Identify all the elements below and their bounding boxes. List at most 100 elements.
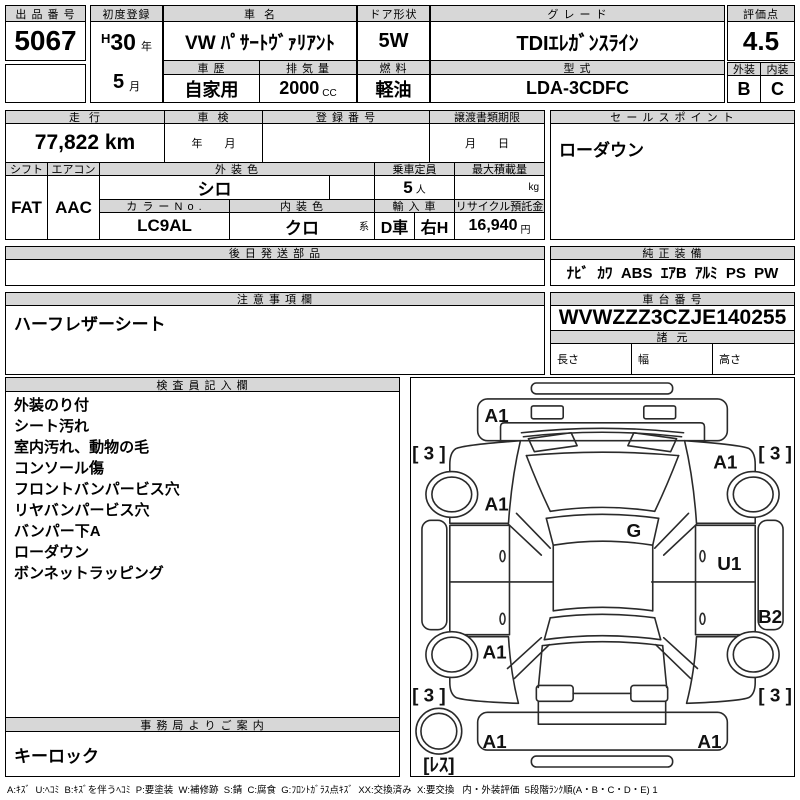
front-left-wheel-inner <box>432 477 472 512</box>
rear-left-wheel-inner <box>432 637 472 672</box>
cowl-band-top <box>550 507 654 511</box>
first-registration-value: H 30 年 5 月 <box>90 21 163 103</box>
damage-mark: G <box>626 521 641 542</box>
fold-rear-left-2 <box>507 638 541 669</box>
taillight-right <box>631 685 668 701</box>
month-number: 5 <box>113 71 124 94</box>
rear-window-top-inner <box>550 614 654 617</box>
registration-number-value <box>262 123 430 163</box>
inspector-notes-header: 検 査 員 記 入 欄 <box>5 377 400 392</box>
damage-mark: [ 3 ] <box>758 685 792 706</box>
rear-window-right <box>655 618 661 640</box>
auction-number-value: 5067 <box>5 21 86 61</box>
displacement-header: 排 気 量 <box>259 60 357 75</box>
mileage-value: 77,822 km <box>5 123 165 163</box>
interior-color-value: クロ 系 <box>229 212 375 240</box>
damage-mark: [ 3 ] <box>412 444 446 465</box>
inspector-note-item: ローダウン <box>14 542 89 563</box>
fuel-header: 燃 料 <box>357 60 430 75</box>
damage-mark: B2 <box>758 607 782 628</box>
damage-mark: A1 <box>484 406 508 427</box>
caution-notes-value: ハーフレザーシート <box>5 305 545 375</box>
color-number-header: カ ラ ー N o . <box>99 199 230 213</box>
front-right-wheel-inner <box>733 477 773 512</box>
windshield-left-pillar <box>526 456 550 512</box>
interior-grade-header: 内装 <box>760 62 795 76</box>
right-rear-door-handle <box>700 613 705 624</box>
inspector-note-item: コンソール傷 <box>14 458 104 479</box>
inspector-note-item: リヤバンパービス穴 <box>14 500 149 521</box>
interior-color-name: クロ <box>285 214 319 239</box>
transfer-deadline-header: 譲渡書類期限 <box>429 110 545 124</box>
max-load-unit: kg <box>528 182 539 193</box>
auction-number-header: 出 品 番 号 <box>5 5 86 22</box>
shift-header: シフト <box>5 162 48 176</box>
capacity-unit: 人 <box>416 181 426 199</box>
caution-notes-header: 注 意 事 項 欄 <box>5 292 545 306</box>
later-shipped-parts-value <box>5 259 545 286</box>
max-load-value: kg <box>454 175 545 200</box>
taillight-left <box>536 685 573 701</box>
inspector-note-item: シート汚れ <box>14 416 89 437</box>
damage-mark: A1 <box>697 732 721 753</box>
rear-bumper-strip <box>531 756 672 767</box>
damage-mark: [ﾚｽ] <box>423 755 454 776</box>
front-bumper <box>478 399 728 441</box>
interior-color-suffix: 系 <box>359 218 369 233</box>
vin-value: WVWZZZ3CZJE140255 <box>550 305 795 331</box>
front-bumper-strip <box>531 383 672 394</box>
office-notice-value: キーロック <box>5 731 400 777</box>
month-unit: 月 <box>129 78 140 94</box>
year-number: 30 <box>110 31 136 54</box>
auction-number-empty-cell <box>5 64 86 103</box>
handle-position-value: 右H <box>414 212 455 240</box>
shaken-header: 車 検 <box>164 110 263 124</box>
damage-mark: U1 <box>717 554 741 575</box>
windshield-right-pillar <box>655 456 679 512</box>
sales-point-value: ローダウン <box>550 123 795 240</box>
shaken-value: 年 月 <box>164 123 263 163</box>
transfer-deadline-value: 月 日 <box>429 123 545 163</box>
fold-rear-left-1 <box>514 645 549 679</box>
front-grille-left <box>531 406 563 419</box>
spec-length-cell: 長さ <box>550 343 632 375</box>
genuine-equipment-header: 純 正 装 備 <box>550 246 795 260</box>
damage-mark: A1 <box>713 453 737 474</box>
score-header: 評価点 <box>727 5 795 22</box>
recycle-fee-number: 16,940 <box>469 217 518 235</box>
glass-right-edge <box>653 518 659 545</box>
model-code-value: LDA-3CDFC <box>430 74 725 103</box>
recycle-fee-header: リサイクル預託金 <box>454 199 545 213</box>
fold-rear-right-1 <box>656 645 691 679</box>
left-sill <box>422 520 447 629</box>
exterior-color-header: 外 装 色 <box>99 162 375 176</box>
vehicle-diagram: A1[ 3 ][ 3 ]A1A1GU1B2A1[ 3 ][ 3 ]A1A1[ﾚｽ… <box>410 377 795 777</box>
inspector-note-item: ボンネットラッピング <box>14 563 164 584</box>
aircon-header: エアコン <box>47 162 100 176</box>
fold-front-right-2 <box>664 524 697 555</box>
rear-window-bottom <box>544 636 660 640</box>
import-header: 輸 入 車 <box>374 199 455 213</box>
genuine-equipment-value: ﾅﾋﾞ ｶﾜ ABS ｴｱB ｱﾙﾐ PS PW <box>550 259 795 286</box>
vehicle-diagram-svg: A1[ 3 ][ 3 ]A1A1GU1B2A1[ 3 ][ 3 ]A1A1[ﾚｽ… <box>411 378 794 776</box>
capacity-number: 5 <box>403 178 412 198</box>
model-code-header: 型 式 <box>430 60 725 75</box>
car-history-header: 車 歴 <box>163 60 260 75</box>
office-notice-header: 事 務 局 よ り ご 案 内 <box>5 717 400 732</box>
inspector-note-item: 外装のり付 <box>14 395 89 416</box>
rear-window-left <box>544 618 550 640</box>
import-type-value: D車 <box>374 212 415 240</box>
exterior-color-sub-cell <box>329 175 375 200</box>
score-value: 4.5 <box>727 21 795 61</box>
recycle-fee-value: 16,940 円 <box>454 212 545 240</box>
first-registration-header: 初度登録 <box>90 5 163 22</box>
windshield-top <box>526 452 678 455</box>
fold-rear-right-2 <box>664 638 698 669</box>
door-shape-header: ドア形状 <box>357 5 430 22</box>
capacity-header: 乗車定員 <box>374 162 455 176</box>
fold-front-left-2 <box>508 524 541 555</box>
spec-width-cell: 幅 <box>631 343 713 375</box>
exterior-color-value: シロ <box>99 175 330 200</box>
mileage-header: 走 行 <box>5 110 165 124</box>
rear-window-top <box>553 607 652 610</box>
